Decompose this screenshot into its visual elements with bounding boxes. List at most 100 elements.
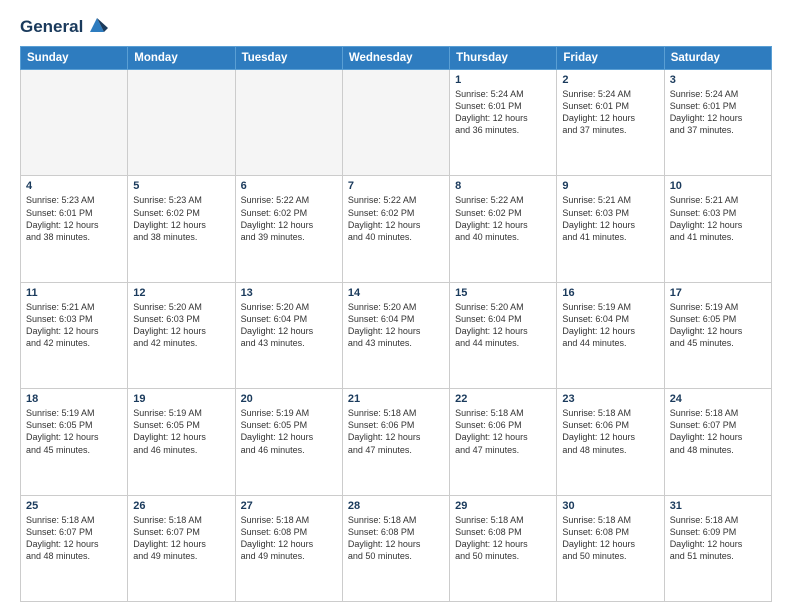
cell-info: Sunrise: 5:20 AM Sunset: 6:04 PM Dayligh… [348, 301, 444, 350]
calendar-cell: 12Sunrise: 5:20 AM Sunset: 6:03 PM Dayli… [128, 282, 235, 388]
day-number: 12 [133, 287, 229, 299]
day-number: 24 [670, 393, 766, 405]
cell-info: Sunrise: 5:21 AM Sunset: 6:03 PM Dayligh… [26, 301, 122, 350]
weekday-header-sunday: Sunday [21, 47, 128, 70]
cell-info: Sunrise: 5:19 AM Sunset: 6:04 PM Dayligh… [562, 301, 658, 350]
day-number: 8 [455, 180, 551, 192]
weekday-header-monday: Monday [128, 47, 235, 70]
calendar-cell [235, 70, 342, 176]
calendar-cell: 16 Sunrise: 5:19 AM Sunset: 6:04 PM Dayli… [557, 282, 664, 388]
cell-info: Sunrise: 5:22 AM Sunset: 6:02 PM Dayligh… [348, 194, 444, 243]
calendar-week-1: 1 Sunrise: 5:24 AM Sunset: 6:01 PM Daylig… [21, 70, 772, 176]
calendar-table: SundayMondayTuesdayWednesdayThursdayFrid… [20, 46, 772, 602]
calendar-cell: 24Sunrise: 5:18 AM Sunset: 6:07 PM Dayli… [664, 389, 771, 495]
day-number: 17 [670, 287, 766, 299]
cell-info: Sunrise: 5:23 AM Sunset: 6:01 PM Dayligh… [26, 194, 122, 243]
day-number: 27 [241, 500, 337, 512]
day-number: 29 [455, 500, 551, 512]
cell-info: Sunrise: 5:22 AM Sunset: 6:02 PM Dayligh… [455, 194, 551, 243]
calendar-cell: 7 Sunrise: 5:22 AM Sunset: 6:02 PM Daylig… [342, 176, 449, 282]
calendar-cell: 9Sunrise: 5:21 AM Sunset: 6:03 PM Daylig… [557, 176, 664, 282]
calendar-cell: 11 Sunrise: 5:21 AM Sunset: 6:03 PM Dayli… [21, 282, 128, 388]
cell-info: Sunrise: 5:18 AM Sunset: 6:06 PM Dayligh… [348, 407, 444, 456]
cell-info: Sunrise: 5:18 AM Sunset: 6:08 PM Dayligh… [241, 514, 337, 563]
day-number: 3 [670, 74, 766, 86]
cell-info: Sunrise: 5:19 AM Sunset: 6:05 PM Dayligh… [241, 407, 337, 456]
day-number: 2 [562, 74, 658, 86]
cell-info: Sunrise: 5:19 AM Sunset: 6:05 PM Dayligh… [670, 301, 766, 350]
cell-info: Sunrise: 5:24 AM Sunset: 6:01 PM Dayligh… [455, 88, 551, 137]
calendar-cell: 10 Sunrise: 5:21 AM Sunset: 6:03 PM Dayli… [664, 176, 771, 282]
calendar-cell: 8 Sunrise: 5:22 AM Sunset: 6:02 PM Daylig… [450, 176, 557, 282]
page: General SundayMondayTuesdayWednesdayThur… [0, 0, 792, 612]
cell-info: Sunrise: 5:22 AM Sunset: 6:02 PM Dayligh… [241, 194, 337, 243]
cell-info: Sunrise: 5:18 AM Sunset: 6:07 PM Dayligh… [133, 514, 229, 563]
calendar-cell: 31Sunrise: 5:18 AM Sunset: 6:09 PM Dayli… [664, 495, 771, 601]
calendar-cell [342, 70, 449, 176]
calendar-cell: 4 Sunrise: 5:23 AM Sunset: 6:01 PM Daylig… [21, 176, 128, 282]
calendar-cell: 15Sunrise: 5:20 AM Sunset: 6:04 PM Dayli… [450, 282, 557, 388]
cell-info: Sunrise: 5:18 AM Sunset: 6:06 PM Dayligh… [562, 407, 658, 456]
calendar-cell: 29 Sunrise: 5:18 AM Sunset: 6:08 PM Dayli… [450, 495, 557, 601]
day-number: 14 [348, 287, 444, 299]
weekday-header-row: SundayMondayTuesdayWednesdayThursdayFrid… [21, 47, 772, 70]
calendar-cell: 18 Sunrise: 5:19 AM Sunset: 6:05 PM Dayli… [21, 389, 128, 495]
calendar-week-5: 25Sunrise: 5:18 AM Sunset: 6:07 PM Dayli… [21, 495, 772, 601]
day-number: 4 [26, 180, 122, 192]
cell-info: Sunrise: 5:18 AM Sunset: 6:07 PM Dayligh… [26, 514, 122, 563]
weekday-header-tuesday: Tuesday [235, 47, 342, 70]
cell-info: Sunrise: 5:23 AM Sunset: 6:02 PM Dayligh… [133, 194, 229, 243]
cell-info: Sunrise: 5:21 AM Sunset: 6:03 PM Dayligh… [562, 194, 658, 243]
calendar-cell: 17 Sunrise: 5:19 AM Sunset: 6:05 PM Dayli… [664, 282, 771, 388]
cell-info: Sunrise: 5:18 AM Sunset: 6:08 PM Dayligh… [455, 514, 551, 563]
calendar-cell: 26 Sunrise: 5:18 AM Sunset: 6:07 PM Dayli… [128, 495, 235, 601]
cell-info: Sunrise: 5:18 AM Sunset: 6:08 PM Dayligh… [348, 514, 444, 563]
day-number: 13 [241, 287, 337, 299]
calendar-cell: 19Sunrise: 5:19 AM Sunset: 6:05 PM Dayli… [128, 389, 235, 495]
day-number: 5 [133, 180, 229, 192]
day-number: 1 [455, 74, 551, 86]
cell-info: Sunrise: 5:24 AM Sunset: 6:01 PM Dayligh… [670, 88, 766, 137]
day-number: 10 [670, 180, 766, 192]
calendar-cell: 25Sunrise: 5:18 AM Sunset: 6:07 PM Dayli… [21, 495, 128, 601]
calendar-cell: 2Sunrise: 5:24 AM Sunset: 6:01 PM Daylig… [557, 70, 664, 176]
day-number: 7 [348, 180, 444, 192]
calendar-cell: 3 Sunrise: 5:24 AM Sunset: 6:01 PM Daylig… [664, 70, 771, 176]
logo: General [20, 16, 108, 36]
cell-info: Sunrise: 5:18 AM Sunset: 6:06 PM Dayligh… [455, 407, 551, 456]
calendar-week-2: 4 Sunrise: 5:23 AM Sunset: 6:01 PM Daylig… [21, 176, 772, 282]
weekday-header-thursday: Thursday [450, 47, 557, 70]
calendar-week-4: 18 Sunrise: 5:19 AM Sunset: 6:05 PM Dayli… [21, 389, 772, 495]
calendar-cell: 13 Sunrise: 5:20 AM Sunset: 6:04 PM Dayli… [235, 282, 342, 388]
weekday-header-wednesday: Wednesday [342, 47, 449, 70]
calendar-cell: 21 Sunrise: 5:18 AM Sunset: 6:06 PM Dayli… [342, 389, 449, 495]
calendar-cell: 23Sunrise: 5:18 AM Sunset: 6:06 PM Dayli… [557, 389, 664, 495]
logo-icon [86, 14, 108, 36]
day-number: 21 [348, 393, 444, 405]
weekday-header-friday: Friday [557, 47, 664, 70]
day-number: 16 [562, 287, 658, 299]
day-number: 22 [455, 393, 551, 405]
cell-info: Sunrise: 5:19 AM Sunset: 6:05 PM Dayligh… [26, 407, 122, 456]
calendar-cell: 22 Sunrise: 5:18 AM Sunset: 6:06 PM Dayli… [450, 389, 557, 495]
day-number: 26 [133, 500, 229, 512]
day-number: 28 [348, 500, 444, 512]
cell-info: Sunrise: 5:20 AM Sunset: 6:04 PM Dayligh… [241, 301, 337, 350]
day-number: 30 [562, 500, 658, 512]
cell-info: Sunrise: 5:18 AM Sunset: 6:09 PM Dayligh… [670, 514, 766, 563]
day-number: 11 [26, 287, 122, 299]
calendar-week-3: 11 Sunrise: 5:21 AM Sunset: 6:03 PM Dayli… [21, 282, 772, 388]
calendar-cell: 28 Sunrise: 5:18 AM Sunset: 6:08 PM Dayli… [342, 495, 449, 601]
header: General [20, 16, 772, 36]
weekday-header-saturday: Saturday [664, 47, 771, 70]
day-number: 18 [26, 393, 122, 405]
logo-text-general: General [20, 18, 83, 35]
calendar-cell: 20 Sunrise: 5:19 AM Sunset: 6:05 PM Dayli… [235, 389, 342, 495]
calendar-cell: 27 Sunrise: 5:18 AM Sunset: 6:08 PM Dayli… [235, 495, 342, 601]
cell-info: Sunrise: 5:18 AM Sunset: 6:08 PM Dayligh… [562, 514, 658, 563]
day-number: 15 [455, 287, 551, 299]
calendar-cell: 1 Sunrise: 5:24 AM Sunset: 6:01 PM Daylig… [450, 70, 557, 176]
day-number: 20 [241, 393, 337, 405]
calendar-cell: 14 Sunrise: 5:20 AM Sunset: 6:04 PM Dayli… [342, 282, 449, 388]
cell-info: Sunrise: 5:21 AM Sunset: 6:03 PM Dayligh… [670, 194, 766, 243]
